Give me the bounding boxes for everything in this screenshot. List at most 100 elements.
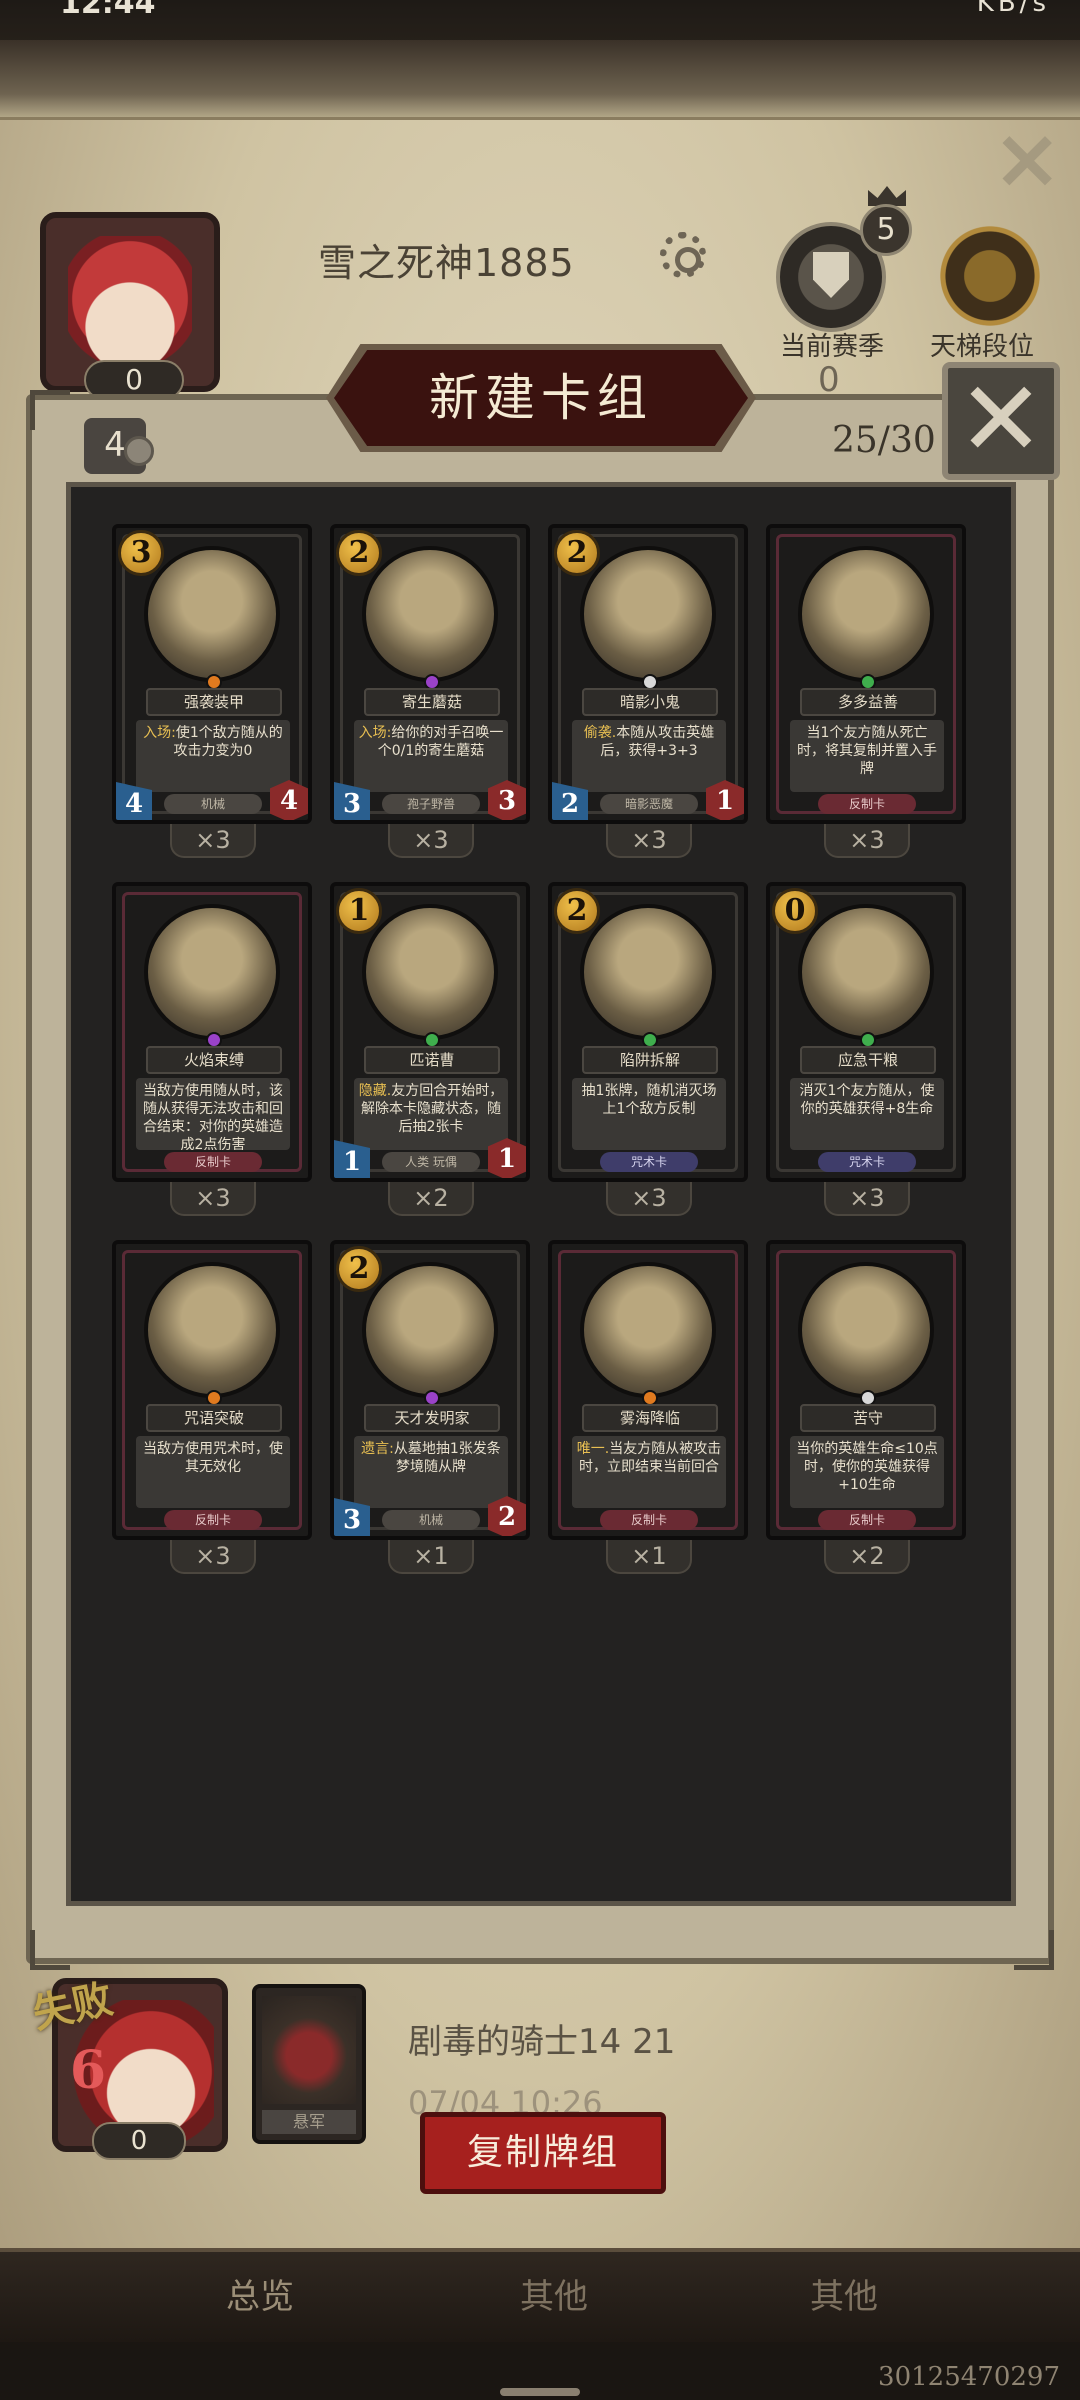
tab-overview[interactable]: 总览 bbox=[160, 2252, 360, 2342]
card[interactable]: 咒语突破 当敌方使用咒术时，使其无效化 反制卡 bbox=[112, 1240, 312, 1540]
card[interactable]: 多多益善 当1个友方随从死亡时，将其复制并置入手牌 反制卡 bbox=[766, 524, 966, 824]
close-deck-button[interactable]: ✕ bbox=[942, 362, 1060, 480]
card[interactable]: 2 寄生蘑菇 入场:给你的对手召唤一个0/1的寄生蘑菇 孢子野兽 3 3 bbox=[330, 524, 530, 824]
card[interactable]: 2 天才发明家 遗言:从墓地抽1张发条梦境随从牌 机械 3 2 bbox=[330, 1240, 530, 1540]
card-art bbox=[362, 1262, 498, 1398]
card-quantity: ×2 bbox=[824, 1540, 910, 1574]
card-type: 咒术卡 bbox=[818, 1152, 916, 1172]
card-type: 孢子野兽 bbox=[382, 794, 480, 814]
card-description-text: 当你的英雄生命≤10点时，使你的英雄获得+10生命 bbox=[796, 1441, 938, 1493]
card[interactable]: 2 暗影小鬼 偷袭.本随从攻击英雄后，获得+3+3 暗影恶魔 2 1 bbox=[548, 524, 748, 824]
card-art bbox=[362, 546, 498, 682]
card[interactable]: 0 应急干粮 消灭1个友方随从，使你的英雄获得+8生命 咒术卡 bbox=[766, 882, 966, 1182]
refresh-icon[interactable] bbox=[124, 436, 154, 466]
corner-ornament bbox=[1014, 1930, 1054, 1970]
card-type: 反制卡 bbox=[164, 1152, 262, 1172]
card-slot[interactable]: 2 陷阱拆解 抽1张牌，随机消灭场上1个敌方反制 咒术卡 ×3 bbox=[548, 882, 748, 1222]
card-description: 唯一.当友方随从被攻击时，立即结束当前回合 bbox=[572, 1436, 726, 1508]
card-description-text: 给你的对手召唤一个0/1的寄生蘑菇 bbox=[377, 725, 504, 759]
card-type: 反制卡 bbox=[818, 794, 916, 814]
card-description-text: 当1个友方随从死亡时，将其复制并置入手牌 bbox=[797, 725, 937, 777]
tab-other-1[interactable]: 其他 bbox=[454, 2252, 654, 2342]
card-art bbox=[580, 546, 716, 682]
card-description-text: 当敌方使用随从时，该随从获得无法攻击和回合结束：对你的英雄造成2点伤害 bbox=[143, 1083, 283, 1150]
card-description: 遗言:从墓地抽1张发条梦境随从牌 bbox=[354, 1436, 508, 1508]
card-slot[interactable]: 雾海降临 唯一.当友方随从被攻击时，立即结束当前回合 反制卡 ×1 bbox=[548, 1240, 748, 1580]
hero-art bbox=[262, 1996, 356, 2104]
card-quantity: ×2 bbox=[388, 1182, 474, 1216]
card-type: 反制卡 bbox=[818, 1510, 916, 1530]
card-name: 天才发明家 bbox=[364, 1404, 500, 1432]
card-quantity: ×3 bbox=[388, 824, 474, 858]
card-type: 反制卡 bbox=[600, 1510, 698, 1530]
card-description: 抽1张牌，随机消灭场上1个敌方反制 bbox=[572, 1078, 726, 1150]
card-description: 当敌方使用随从时，该随从获得无法攻击和回合结束：对你的英雄造成2点伤害 bbox=[136, 1078, 290, 1150]
card-type: 暗影恶魔 bbox=[600, 794, 698, 814]
card-quantity: ×3 bbox=[824, 824, 910, 858]
card-name: 咒语突破 bbox=[146, 1404, 282, 1432]
footer-id: 30125470297 bbox=[878, 2362, 1060, 2392]
tab-other-2[interactable]: 其他 bbox=[744, 2252, 944, 2342]
card[interactable]: 1 匹诺曹 隐藏.友方回合开始时，解除本卡隐藏状态，随后抽2张卡 人类 玩偶 1 1 bbox=[330, 882, 530, 1182]
card-type: 机械 bbox=[382, 1510, 480, 1530]
card[interactable]: 火焰束缚当敌方使用随从时，该随从获得无法攻击和回合结束：对你的英雄造成2点伤害反… bbox=[112, 882, 312, 1182]
card-description: 隐藏.友方回合开始时，解除本卡隐藏状态，随后抽2张卡 bbox=[354, 1078, 508, 1150]
hourglass-icon[interactable] bbox=[930, 216, 1050, 336]
card-slot[interactable]: 1 匹诺曹 隐藏.友方回合开始时，解除本卡隐藏状态，随后抽2张卡 人类 玩偶 1 1 ×2 bbox=[330, 882, 530, 1222]
card-slot[interactable]: 苦守 当你的英雄生命≤10点时，使你的英雄获得+10生命 反制卡 ×2 bbox=[766, 1240, 966, 1580]
card-description-text: 使1个敌方随从的攻击力变为0 bbox=[173, 725, 283, 759]
card-health: 2 bbox=[488, 1496, 526, 1536]
player-name: 雪之死神1885 bbox=[318, 241, 575, 285]
deck-title: 新建卡组 bbox=[429, 369, 653, 427]
season-label: 当前赛季 bbox=[780, 332, 885, 362]
card-name: 应急干粮 bbox=[800, 1046, 936, 1074]
card[interactable]: 2 陷阱拆解 抽1张牌，随机消灭场上1个敌方反制 咒术卡 bbox=[548, 882, 748, 1182]
card-description: 当敌方使用咒术时，使其无效化 bbox=[136, 1436, 290, 1508]
card-art bbox=[144, 1262, 280, 1398]
card-art bbox=[144, 546, 280, 682]
card-description-text: 消灭1个友方随从，使你的英雄获得+8生命 bbox=[799, 1083, 935, 1117]
card-name: 火焰束缚 bbox=[146, 1046, 282, 1074]
copy-deck-button[interactable]: 复制牌组 bbox=[420, 2112, 666, 2194]
gear-icon[interactable] bbox=[660, 232, 706, 278]
card-health: 4 bbox=[270, 780, 308, 820]
card-art bbox=[144, 904, 280, 1040]
card-slot[interactable]: 0 应急干粮 消灭1个友方随从，使你的英雄获得+8生命 咒术卡 ×3 bbox=[766, 882, 966, 1222]
card[interactable]: 雾海降临唯一.当友方随从被攻击时，立即结束当前回合 反制卡 bbox=[548, 1240, 748, 1540]
card-name: 匹诺曹 bbox=[364, 1046, 500, 1074]
card-art bbox=[798, 1262, 934, 1398]
card-keyword: 隐藏. bbox=[358, 1083, 392, 1099]
card-type: 机械 bbox=[164, 794, 262, 814]
card-art bbox=[798, 546, 934, 682]
close-icon[interactable]: × bbox=[992, 116, 1062, 200]
card-slot[interactable]: 多多益善 当1个友方随从死亡时，将其复制并置入手牌 反制卡 ×3 bbox=[766, 524, 966, 864]
card-slot[interactable]: 火焰束缚当敌方使用随从时，该随从获得无法攻击和回合结束：对你的英雄造成2点伤害反… bbox=[112, 882, 312, 1222]
card-keyword: 偷袭. bbox=[583, 725, 617, 741]
card-slot[interactable]: 咒语突破 当敌方使用咒术时，使其无效化 反制卡 ×3 bbox=[112, 1240, 312, 1580]
card-slot[interactable]: 2 天才发明家 遗言:从墓地抽1张发条梦境随从牌 机械 3 2 ×1 bbox=[330, 1240, 530, 1580]
home-indicator[interactable] bbox=[500, 2388, 580, 2396]
card-slot[interactable]: 2 暗影小鬼 偷袭.本随从攻击英雄后，获得+3+3 暗影恶魔 2 1 ×3 bbox=[548, 524, 748, 864]
card-art bbox=[580, 1262, 716, 1398]
card-health: 1 bbox=[706, 780, 744, 820]
card-description: 当你的英雄生命≤10点时，使你的英雄获得+10生命 bbox=[790, 1436, 944, 1508]
card-cost: 1 bbox=[336, 888, 382, 934]
card-type: 咒术卡 bbox=[600, 1152, 698, 1172]
card-slot[interactable]: 3 强袭装甲 入场:使1个敌方随从的攻击力变为0 机械 4 4 ×3 bbox=[112, 524, 312, 864]
season-rank: 5 bbox=[860, 204, 912, 256]
card-description: 消灭1个友方随从，使你的英雄获得+8生命 bbox=[790, 1078, 944, 1150]
card-quantity: ×3 bbox=[606, 824, 692, 858]
card-quantity: ×3 bbox=[170, 824, 256, 858]
card-name: 雾海降临 bbox=[582, 1404, 718, 1432]
card-slot[interactable]: 2 寄生蘑菇 入场:给你的对手召唤一个0/1的寄生蘑菇 孢子野兽 3 3 ×3 bbox=[330, 524, 530, 864]
hero-label: 悬军 bbox=[262, 2110, 356, 2134]
card-quantity: ×1 bbox=[606, 1540, 692, 1574]
card-name: 苦守 bbox=[800, 1404, 936, 1432]
status-time: 12:44 bbox=[60, 0, 156, 21]
card-description: 当1个友方随从死亡时，将其复制并置入手牌 bbox=[790, 720, 944, 792]
card-keyword: 遗言: bbox=[361, 1441, 394, 1457]
card[interactable]: 3 强袭装甲 入场:使1个敌方随从的攻击力变为0 机械 4 4 bbox=[112, 524, 312, 824]
card-description: 入场:使1个敌方随从的攻击力变为0 bbox=[136, 720, 290, 792]
card[interactable]: 苦守当你的英雄生命≤10点时，使你的英雄获得+10生命反制卡 bbox=[766, 1240, 966, 1540]
corner-ornament bbox=[30, 1930, 70, 1970]
